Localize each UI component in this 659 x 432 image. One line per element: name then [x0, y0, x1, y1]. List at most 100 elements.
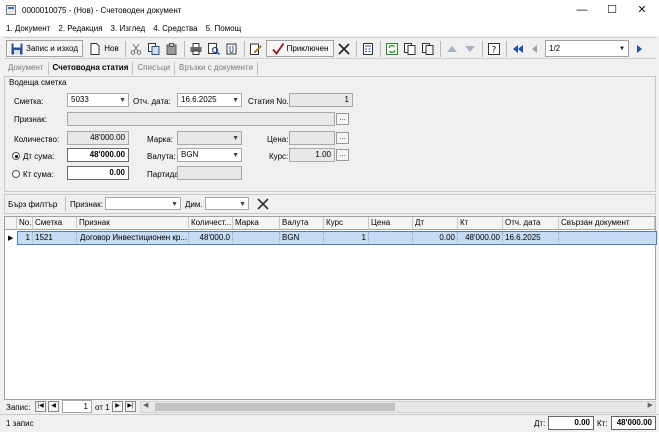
column-header[interactable]: Кт: [458, 217, 503, 230]
edit-button[interactable]: [248, 40, 264, 57]
filter-dim-combo[interactable]: ▼: [205, 197, 249, 210]
next-page-button[interactable]: [632, 40, 646, 57]
record-navigator: Запис: |◀ ◀ 1 от 1 ▶ ▶| ◀ ▶: [4, 400, 656, 414]
brand-label: Марка:: [147, 135, 173, 144]
arrow-left-icon: [532, 44, 537, 53]
menu-document[interactable]: 1. Документ: [6, 24, 50, 33]
first-record-button[interactable]: |◀: [35, 401, 46, 412]
column-header[interactable]: Отч. дата: [503, 217, 559, 230]
calculate-button[interactable]: [360, 40, 376, 57]
minimize-button[interactable]: —: [567, 0, 597, 20]
price-browse-button[interactable]: …: [336, 132, 349, 144]
tab-lists[interactable]: Списъци: [133, 62, 175, 75]
maximize-button[interactable]: ☐: [597, 0, 627, 20]
cell-linked-document: [559, 232, 656, 244]
menu-tools[interactable]: 4. Средства: [153, 24, 197, 33]
new-document-icon: [90, 42, 100, 55]
debit-amount-input[interactable]: 48'000.00: [67, 148, 129, 162]
cut-button[interactable]: [128, 40, 144, 57]
attribute-field[interactable]: [67, 112, 335, 126]
debit-radio[interactable]: [12, 152, 20, 160]
horizontal-scrollbar[interactable]: ◀ ▶: [140, 401, 656, 413]
attachments-button[interactable]: [224, 40, 240, 57]
move-up-button[interactable]: [444, 40, 460, 57]
separator: [506, 41, 507, 57]
move-down-button[interactable]: [462, 40, 478, 57]
report-date-picker[interactable]: 16.6.2025 ▼: [177, 93, 242, 107]
finished-button[interactable]: Приключен: [266, 40, 334, 57]
column-header[interactable]: No.: [17, 217, 33, 230]
credit-radio[interactable]: [12, 170, 20, 178]
tab-document[interactable]: Документ: [4, 62, 49, 75]
column-header[interactable]: Курс: [324, 217, 369, 230]
rate-browse-button[interactable]: …: [336, 149, 349, 161]
attachment-icon: [226, 43, 237, 54]
rate-field: 1.00: [289, 148, 335, 162]
column-header[interactable]: Марка: [233, 217, 280, 230]
filter-attribute-combo[interactable]: ▼: [105, 197, 181, 210]
prev-page-button[interactable]: [528, 40, 542, 57]
scroll-left-icon[interactable]: ◀: [143, 401, 148, 409]
print-preview-button[interactable]: [206, 40, 222, 57]
attribute-browse-button[interactable]: …: [336, 113, 349, 125]
scroll-right-icon[interactable]: ▶: [648, 401, 653, 409]
entries-grid: No. Сметка Признак Количест... Марка Вал…: [4, 216, 657, 400]
filter-attribute-label: Признак:: [70, 200, 103, 209]
tab-accounting-entry[interactable]: Счетоводна статия: [49, 62, 134, 75]
price-field: [289, 131, 335, 145]
refresh-button[interactable]: [384, 40, 400, 57]
cell-account: 1521: [33, 232, 77, 244]
account-value: 5033: [71, 95, 89, 104]
app-icon: [6, 5, 16, 15]
filter-bar: Бърз филтър Признак: ▼ Дим. ▼: [4, 194, 656, 214]
help-button[interactable]: ?: [486, 40, 502, 57]
cell-attribute: Договор Инвестиционен кр...: [77, 232, 189, 244]
first-page-button[interactable]: [510, 40, 526, 57]
save-exit-button[interactable]: Запис и изход: [6, 40, 83, 57]
column-header[interactable]: Цена: [369, 217, 413, 230]
cell-no: 1: [18, 232, 33, 244]
credit-amount-input[interactable]: 0.00: [67, 166, 129, 180]
currency-value: BGN: [181, 150, 199, 159]
finished-label: Приключен: [286, 44, 329, 53]
scrollbar-thumb[interactable]: [155, 403, 395, 411]
next-record-button[interactable]: ▶: [112, 401, 123, 412]
column-header[interactable]: Сметка: [33, 217, 77, 230]
cell-debit: 0.00: [413, 232, 458, 244]
account-combo[interactable]: 5033 ▼: [67, 93, 129, 107]
column-header[interactable]: Количест...: [189, 217, 233, 230]
column-header[interactable]: Дт: [413, 217, 458, 230]
separator: [244, 41, 245, 57]
clear-filter-button[interactable]: [256, 197, 270, 211]
menu-view[interactable]: 3. Изглед: [111, 24, 146, 33]
last-record-button[interactable]: ▶|: [125, 401, 136, 412]
column-header[interactable]: Валута: [280, 217, 324, 230]
quick-filter-label: Бърз филтър: [8, 200, 58, 209]
paste-button[interactable]: [164, 40, 180, 57]
article-no-label: Статия No.: [248, 97, 289, 106]
duplicate-button[interactable]: [402, 40, 418, 57]
menu-help[interactable]: 5. Помощ: [206, 24, 242, 33]
rate-label: Курс:: [269, 152, 289, 161]
brand-combo[interactable]: ▼: [177, 131, 242, 145]
record-number-input[interactable]: 1: [62, 400, 92, 413]
arrow-right-icon: [637, 44, 642, 53]
separator: [125, 41, 126, 57]
table-row[interactable]: 1 1521 Договор Инвестиционен кр... 48'00…: [17, 231, 657, 245]
column-header[interactable]: Признак: [77, 217, 189, 230]
tab-document-links[interactable]: Връзки с документи: [175, 62, 258, 75]
cancel-button[interactable]: [336, 40, 352, 57]
cell-rate: 1: [324, 232, 369, 244]
page-selector[interactable]: 1/2 ▼: [545, 40, 629, 57]
print-button[interactable]: [188, 40, 204, 57]
separator: [184, 41, 185, 57]
copy-document-button[interactable]: [420, 40, 436, 57]
column-header[interactable]: Свързан документ: [559, 217, 655, 230]
menu-edit[interactable]: 2. Редакция: [58, 24, 102, 33]
close-button[interactable]: ✕: [627, 0, 657, 20]
new-button[interactable]: Нов: [86, 40, 122, 57]
currency-combo[interactable]: BGN ▼: [177, 148, 242, 162]
prev-record-button[interactable]: ◀: [48, 401, 59, 412]
copy-button[interactable]: [146, 40, 162, 57]
toolbar: Запис и изход Нов Приключен ? 1/2 ▼: [4, 37, 656, 59]
